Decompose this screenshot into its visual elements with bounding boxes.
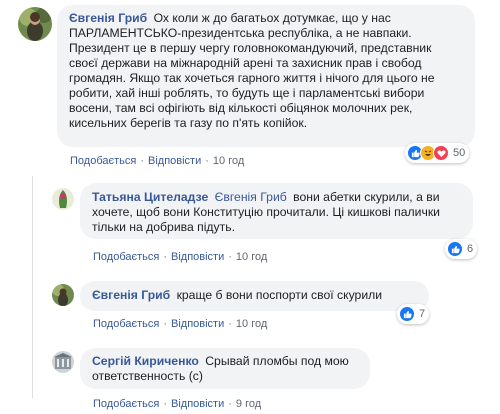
like-icon [447, 241, 463, 257]
comment-bubble: Татьяна Цителадзе Євгенія Гриб вони абет… [80, 183, 473, 239]
separator: · [163, 251, 167, 263]
love-icon [433, 145, 449, 161]
comment-actions: Подобається · Відповісти · 10 год [93, 251, 267, 263]
comment-text: Ох коли ж до багатьох дотумкає, що у нас… [69, 11, 435, 130]
separator: · [205, 155, 209, 167]
comment-time[interactable]: 10 год [213, 155, 244, 167]
separator: · [163, 318, 167, 330]
reactions-summary[interactable]: 7 [397, 304, 430, 324]
separator: · [228, 318, 232, 330]
reactions-count: 50 [453, 147, 466, 159]
separator: · [228, 251, 232, 263]
comment-1: Євгенія Гриб Ох коли ж до багатьох дотум… [0, 0, 500, 170]
reply-link[interactable]: Відповісти [148, 155, 201, 167]
separator: · [140, 155, 144, 167]
avatar[interactable] [52, 188, 74, 210]
comment-time[interactable]: 10 год [236, 251, 267, 263]
comment-author[interactable]: Євгенія Гриб [69, 11, 147, 25]
like-link[interactable]: Подобається [93, 251, 159, 263]
reactions-count: 6 [467, 243, 474, 255]
separator: · [163, 398, 167, 410]
separator: · [228, 398, 232, 410]
like-link[interactable]: Подобається [70, 155, 136, 167]
reply-link[interactable]: Відповісти [171, 398, 224, 410]
reactions-summary[interactable]: 6 [445, 239, 478, 259]
comment-text: краще б вони поспорти свої скурили [176, 288, 383, 302]
reply-link[interactable]: Відповісти [171, 318, 224, 330]
comment-author[interactable]: Татьяна Цителадзе [92, 190, 208, 204]
comment-actions: Подобається · Відповісти · 10 год [70, 155, 244, 167]
avatar[interactable] [52, 351, 74, 373]
comment-time[interactable]: 10 год [236, 318, 267, 330]
comment-bubble: Євгенія Гриб Ох коли ж до багатьох дотум… [57, 5, 475, 147]
like-link[interactable]: Подобається [93, 398, 159, 410]
comment-actions: Подобається · Відповісти · 10 год [93, 318, 267, 330]
comment-3: Євгенія Гриб краще б вони поспорти свої … [0, 278, 500, 338]
like-icon [399, 306, 415, 322]
comment-bubble: Євгенія Гриб краще б вони поспорти свої … [80, 281, 429, 311]
avatar[interactable] [52, 284, 74, 306]
reactions-count: 7 [419, 308, 426, 320]
avatar[interactable] [18, 7, 52, 41]
comment-2: Татьяна Цителадзе Євгенія Гриб вони абет… [0, 176, 500, 271]
comment-mention[interactable]: Євгенія Гриб [215, 190, 287, 204]
comment-4: Сергій Кириченко Срывай пломбы под мою о… [0, 343, 500, 414]
comment-author[interactable]: Сергій Кириченко [92, 354, 199, 368]
comment-bubble: Сергій Кириченко Срывай пломбы под мою о… [80, 348, 370, 389]
comment-actions: Подобається · Відповісти · 9 год [93, 398, 261, 410]
comment-author[interactable]: Євгенія Гриб [92, 288, 170, 302]
like-link[interactable]: Подобається [93, 318, 159, 330]
reply-link[interactable]: Відповісти [171, 251, 224, 263]
comment-time[interactable]: 9 год [236, 398, 261, 410]
reactions-summary[interactable]: 50 [405, 143, 470, 163]
